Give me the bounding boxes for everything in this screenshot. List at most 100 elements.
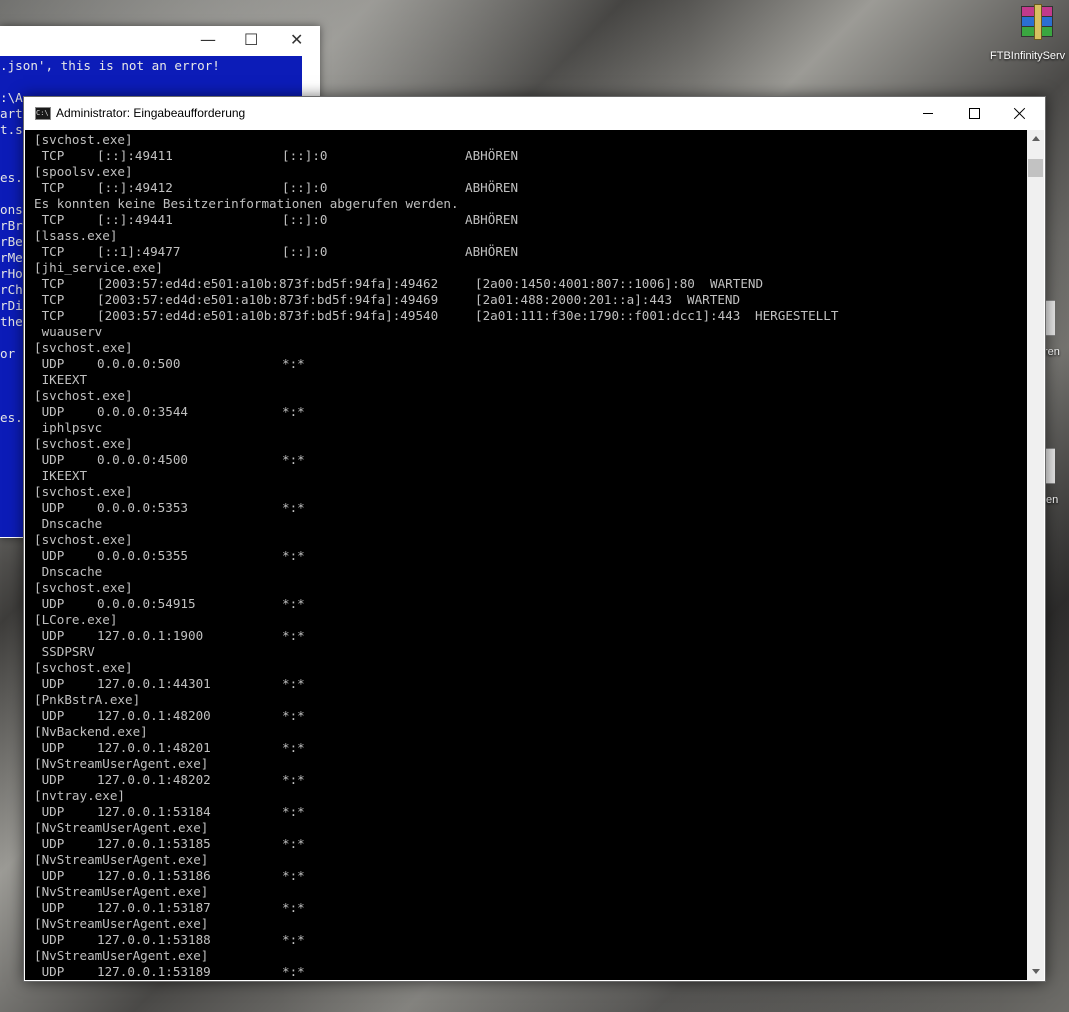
scrollbar-thumb[interactable] [1028,159,1043,177]
close-icon[interactable]: ✕ [290,30,303,49]
minimize-button[interactable] [905,97,951,129]
local-address-cell: 127.0.0.1:53186 [97,868,211,883]
protocol-cell: TCP [34,292,65,307]
desktop-icon-label[interactable]: ren [1044,346,1060,358]
console-line: [svchost.exe] [34,580,133,595]
console-line: [svchost.exe] [34,484,133,499]
close-button[interactable] [997,97,1043,129]
console-line: rBe [0,234,23,249]
local-address-cell: [2003:57:ed4d:e501:a10b:873f:bd5f:94fa]:… [97,276,439,291]
console-line: es. [0,410,23,425]
console-line: [jhi_service.exe] [34,260,163,275]
console-line: es. [0,170,23,185]
local-address-cell: 0.0.0.0:5353 [97,500,188,515]
protocol-cell: TCP [34,244,65,259]
local-address-cell: 127.0.0.1:53184 [97,804,211,819]
local-address-cell: [::]:49412 [97,180,173,195]
console-line: [PnkBstrA.exe] [34,692,141,707]
local-address-cell: 0.0.0.0:54915 [97,596,196,611]
console-line: [NvStreamUserAgent.exe] [34,948,209,963]
local-address-cell: [2003:57:ed4d:e501:a10b:873f:bd5f:94fa]:… [97,308,439,323]
console-line: rDi [0,298,23,313]
console-icon[interactable]: C:\ [35,107,51,120]
remote-address-cell: *:* [282,452,305,467]
remote-address-cell: *:* [282,964,305,979]
remote-address-cell: *:* [282,900,305,915]
protocol-cell: UDP [34,404,65,419]
local-address-cell: 127.0.0.1:44301 [97,676,211,691]
remote-address-cell: [::]:0 [282,180,328,195]
console-output[interactable]: [svchost.exe] TCP [::]:49411 [::]:0 ABHÖREN… [25,130,1027,980]
remote-address-cell: *:* [282,708,305,723]
minimize-icon [923,112,933,114]
scroll-down-button[interactable] [1027,963,1044,980]
remote-address-cell: *:* [282,548,305,563]
console-line: SSDPSRV [34,644,95,659]
protocol-cell: UDP [34,548,65,563]
console-line: rHo [0,266,23,281]
remote-address-cell: *:* [282,740,305,755]
protocol-cell: UDP [34,900,65,915]
console-line: [nvtray.exe] [34,788,125,803]
vertical-scrollbar[interactable] [1027,130,1044,980]
console-line: ons [0,202,23,217]
remote-address-cell: *:* [282,628,305,643]
remote-address-cell: [2a01:488:2000:201::a]:443 [475,292,673,307]
local-address-cell: 0.0.0.0:4500 [97,452,188,467]
state-cell: ABHÖREN [465,212,519,227]
console-line: the [0,314,23,329]
state-cell: ABHÖREN [465,180,519,195]
protocol-cell: UDP [34,356,65,371]
console-line: rMe [0,250,23,265]
local-address-cell: 0.0.0.0:5355 [97,548,188,563]
console-line: [lsass.exe] [34,228,118,243]
protocol-cell: UDP [34,868,65,883]
state-cell: WARTEND [710,276,764,291]
console-line: Es konnten keine Besitzerinformationen a… [34,196,459,211]
winrar-archive-icon[interactable] [1016,4,1056,40]
remote-address-cell: *:* [282,836,305,851]
console-line: [NvStreamUserAgent.exe] [34,820,209,835]
console-line: IKEEXT [34,468,88,483]
protocol-cell: TCP [34,308,65,323]
desktop-icon-label[interactable]: FTBInfinityServ [990,50,1065,62]
protocol-cell: UDP [34,932,65,947]
remote-address-cell: [2a01:111:f30e:1790::f001:dcc1]:443 [475,308,741,323]
protocol-cell: TCP [34,212,65,227]
background-window-titlebar[interactable]: — ☐ ✕ [0,26,320,56]
remote-address-cell: *:* [282,404,305,419]
remote-address-cell: *:* [282,676,305,691]
remote-address-cell: *:* [282,804,305,819]
maximize-button[interactable] [951,97,997,129]
command-prompt-window[interactable]: C:\ Administrator: Eingabeaufforderung [… [23,96,1046,982]
protocol-cell: UDP [34,596,65,611]
maximize-icon[interactable]: ☐ [244,30,258,49]
protocol-cell: UDP [34,772,65,787]
protocol-cell: UDP [34,836,65,851]
console-line: IKEEXT [34,372,88,387]
desktop-icon-label[interactable]: en [1046,494,1058,506]
window-titlebar[interactable]: C:\ Administrator: Eingabeaufforderung [24,97,1045,129]
console-line: .json', this is not an error! [0,58,220,73]
minimize-icon[interactable]: — [200,30,216,49]
remote-address-cell: *:* [282,772,305,787]
protocol-cell: TCP [34,180,65,195]
console-line: [NvStreamUserAgent.exe] [34,852,209,867]
remote-address-cell: [::]:0 [282,212,328,227]
remote-address-cell: [2a00:1450:4001:807::1006]:80 [475,276,695,291]
console-line: rBr [0,218,23,233]
arrow-down-icon [1031,969,1040,974]
remote-address-cell: *:* [282,500,305,515]
local-address-cell: [::]:49411 [97,148,173,163]
local-address-cell: 0.0.0.0:500 [97,356,181,371]
local-address-cell: 127.0.0.1:53185 [97,836,211,851]
console-line: [NvStreamUserAgent.exe] [34,884,209,899]
console-line: rCh [0,282,23,297]
console-line: [svchost.exe] [34,388,133,403]
console-line: [svchost.exe] [34,660,133,675]
console-line: [NvBackend.exe] [34,724,148,739]
scroll-up-button[interactable] [1027,130,1044,147]
remote-address-cell: *:* [282,356,305,371]
console-line: art [0,106,23,121]
remote-address-cell: [::]:0 [282,244,328,259]
